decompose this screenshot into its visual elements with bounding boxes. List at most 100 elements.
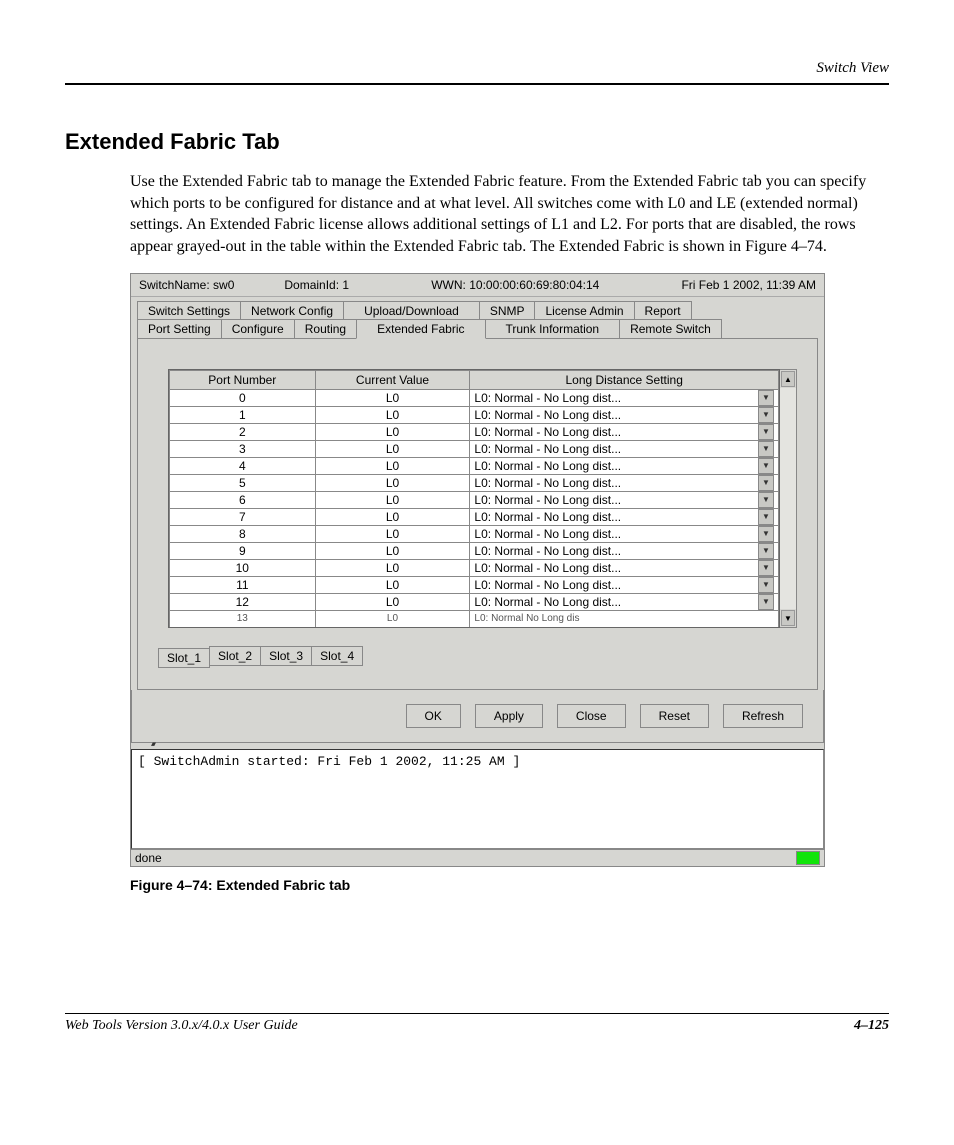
footer-right: 4–125 [854,1018,889,1034]
tab-report[interactable]: Report [634,301,692,320]
tab-panel-extended-fabric: Port NumberCurrent ValueLong Distance Se… [137,338,818,690]
ok-button[interactable]: OK [406,704,461,728]
cell-setting[interactable]: L0: Normal - No Long dist... ▼ [470,594,779,611]
cell-partial: L0: Normal No Long dis [470,611,779,628]
tabs-row-2: Port SettingConfigureRoutingExtended Fab… [137,319,818,338]
cell-setting[interactable]: L0: Normal - No Long dist...▼ [470,526,779,543]
tab-remote-switch[interactable]: Remote Switch [619,319,722,339]
slot-tab-slot-3[interactable]: Slot_3 [260,646,312,666]
table-row: 1L0L0: Normal - No Long dist...▼ [170,407,779,424]
reset-button[interactable]: Reset [640,704,709,728]
dropdown-value: L0: Normal - No Long dist... [474,407,621,423]
timestamp: Fri Feb 1 2002, 11:39 AM [681,278,816,292]
chevron-down-icon[interactable]: ▼ [758,424,774,440]
dropdown-value: L0: Normal - No Long dist... [474,475,621,491]
tab-license-admin[interactable]: License Admin [534,301,634,320]
header-rule [65,83,889,85]
cell-setting[interactable]: L0: Normal - No Long dist... ▼ [470,407,779,424]
cell-setting[interactable]: L0: Normal - No Long dist...▼ [470,509,779,526]
table-row: 8L0L0: Normal - No Long dist...▼ [170,526,779,543]
chevron-down-icon[interactable]: ▼ [758,543,774,559]
tab-switch-settings[interactable]: Switch Settings [137,301,241,320]
cell-setting[interactable]: L0: Normal - No Long dist...▼ [470,560,779,577]
cell-port: 3 [170,441,316,458]
info-bar: SwitchName: sw0 DomainId: 1 WWN: 10:00:0… [131,274,824,297]
dropdown-value: L0: Normal - No Long dist... [474,390,621,406]
chevron-down-icon[interactable]: ▼ [758,577,774,593]
cell-port: 12 [170,594,316,611]
chevron-down-icon[interactable]: ▼ [758,441,774,457]
chevron-down-icon[interactable]: ▼ [758,526,774,542]
cell-value: L0 [315,492,470,509]
dropdown-value: L0: Normal - No Long dist... [474,458,621,474]
cell-value: L0 [315,577,470,594]
table-row: 12L0L0: Normal - No Long dist...▼ [170,594,779,611]
cell-setting[interactable]: L0: Normal - No Long dist... ▼ [470,492,779,509]
tab-upload-download[interactable]: Upload/Download [343,301,480,320]
vertical-scrollbar[interactable]: ▲ ▼ [780,369,797,628]
switch-name-value: sw0 [213,278,234,292]
chevron-down-icon[interactable]: ▼ [758,492,774,508]
cell-setting[interactable]: L0: Normal - No Long dist...▼ [470,424,779,441]
chevron-down-icon[interactable]: ▼ [758,594,774,610]
tab-extended-fabric[interactable]: Extended Fabric [356,319,485,339]
chevron-down-icon[interactable]: ▼ [758,407,774,423]
tab-snmp[interactable]: SNMP [479,301,536,320]
cell-value: L0 [315,407,470,424]
slot-tab-slot-4[interactable]: Slot_4 [311,646,363,666]
section-paragraph: Use the Extended Fabric tab to manage th… [130,171,889,257]
slot-tab-slot-1[interactable]: Slot_1 [158,648,210,668]
tab-configure[interactable]: Configure [221,319,295,339]
scroll-down-icon[interactable]: ▼ [781,610,795,626]
splitter-handle[interactable] [131,742,824,749]
status-text: done [135,851,162,865]
close-button[interactable]: Close [557,704,626,728]
cell-setting[interactable]: L0: Normal - No Long dist... ▼ [470,475,779,492]
cell-setting[interactable]: L0: Normal - No Long dist... ▼ [470,441,779,458]
chevron-down-icon[interactable]: ▼ [758,390,774,406]
scroll-up-icon[interactable]: ▲ [781,371,795,387]
tab-trunk-information[interactable]: Trunk Information [485,319,621,339]
cell-value: L0 [315,543,470,560]
cell-value: L0 [315,526,470,543]
dropdown-value: L0: Normal - No Long dist... [474,492,621,508]
section-title: Extended Fabric Tab [65,129,889,155]
status-bar: done [131,849,824,866]
chevron-down-icon[interactable]: ▼ [758,458,774,474]
apply-button[interactable]: Apply [475,704,543,728]
column-header: Port Number [170,371,316,390]
chevron-down-icon[interactable]: ▼ [758,560,774,576]
domain-label: DomainId: [284,278,339,292]
table-row: 2L0L0: Normal - No Long dist...▼ [170,424,779,441]
tab-network-config[interactable]: Network Config [240,301,344,320]
cell-setting[interactable]: L0: Normal - No Long dist...▼ [470,577,779,594]
dropdown-value: L0: Normal - No Long dist... [474,594,621,610]
table-row: 5L0L0: Normal - No Long dist...▼ [170,475,779,492]
wwn: WWN: 10:00:00:60:69:80:04:14 [399,278,631,292]
domain-id: DomainId: 1 [284,278,349,292]
refresh-button[interactable]: Refresh [723,704,803,728]
scroll-track[interactable] [780,388,796,609]
dropdown-value: L0: Normal - No Long dist... [474,543,621,559]
table-row: 7L0L0: Normal - No Long dist...▼ [170,509,779,526]
cell-value: L0 [315,458,470,475]
cell-setting[interactable]: L0: Normal - No Long dist... ▼ [470,543,779,560]
cell-setting[interactable]: L0: Normal - No Long dist... ▼ [470,458,779,475]
cell-port: 5 [170,475,316,492]
table-row: 6L0L0: Normal - No Long dist...▼ [170,492,779,509]
chevron-down-icon[interactable]: ▼ [758,509,774,525]
cell-setting[interactable]: L0: Normal - No Long dist... ▼ [470,390,779,407]
tab-port-setting[interactable]: Port Setting [137,319,222,339]
status-light-icon [796,851,820,865]
table-row: 3L0L0: Normal - No Long dist...▼ [170,441,779,458]
dropdown-value: L0: Normal - No Long dist... [474,441,621,457]
tabs-row-1: Switch SettingsNetwork ConfigUpload/Down… [137,301,818,319]
slot-tab-slot-2[interactable]: Slot_2 [209,646,261,666]
tab-routing[interactable]: Routing [294,319,357,339]
ports-table: Port NumberCurrent ValueLong Distance Se… [168,369,780,628]
chevron-down-icon[interactable]: ▼ [758,475,774,491]
table-row: 9L0L0: Normal - No Long dist...▼ [170,543,779,560]
page-footer: Web Tools Version 3.0.x/4.0.x User Guide… [65,1013,889,1034]
switch-name: SwitchName: sw0 [139,278,234,292]
figure-caption: Figure 4–74: Extended Fabric tab [130,877,889,893]
